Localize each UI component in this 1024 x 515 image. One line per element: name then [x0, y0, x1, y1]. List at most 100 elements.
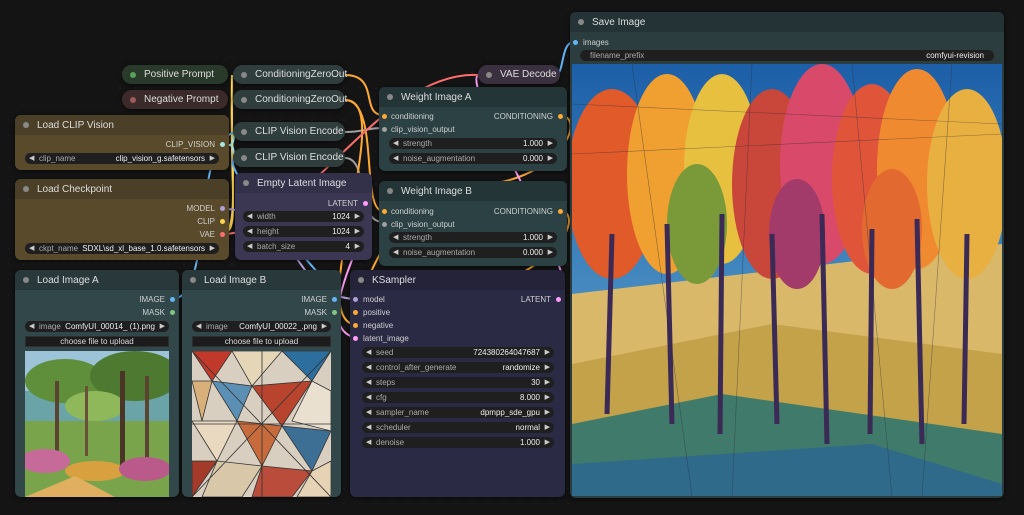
arrow-right-icon[interactable]: ▶: [545, 423, 550, 431]
arrow-left-icon[interactable]: ◀: [29, 244, 34, 252]
output-conditioning-socket[interactable]: [558, 209, 563, 214]
arrow-right-icon[interactable]: ▶: [545, 378, 550, 386]
arrow-right-icon[interactable]: ▶: [548, 139, 553, 147]
load-clip-vision-node[interactable]: Load CLIP Vision CLIP_VISION ◀ clip_name…: [15, 115, 229, 170]
output-mask-socket[interactable]: [170, 310, 175, 315]
input-negative-socket[interactable]: [353, 323, 358, 328]
input-latent-image-socket[interactable]: [353, 336, 358, 341]
collapse-dot-icon[interactable]: [241, 71, 247, 78]
weight-image-a-node[interactable]: Weight Image A conditioning clip_vision_…: [379, 87, 567, 171]
positive-prompt-node[interactable]: Positive Prompt: [122, 65, 228, 84]
arrow-right-icon[interactable]: ▶: [548, 154, 553, 162]
output-model-socket[interactable]: [220, 206, 225, 211]
arrow-right-icon[interactable]: ▶: [322, 322, 327, 330]
image-combo[interactable]: ◀ image ComfyUI_00014_ (1).png ▶: [25, 321, 169, 332]
arrow-left-icon[interactable]: ◀: [393, 248, 398, 256]
arrow-left-icon[interactable]: ◀: [393, 139, 398, 147]
collapse-dot-icon[interactable]: [130, 71, 136, 78]
arrow-left-icon[interactable]: ◀: [247, 242, 252, 250]
height-number[interactable]: ◀ height 1024 ▶: [243, 226, 364, 237]
arrow-left-icon[interactable]: ◀: [366, 363, 371, 371]
arrow-right-icon[interactable]: ▶: [545, 363, 550, 371]
arrow-right-icon[interactable]: ▶: [545, 438, 550, 446]
collapse-dot-icon[interactable]: [241, 154, 247, 161]
output-clip-socket[interactable]: [220, 219, 225, 224]
width-number[interactable]: ◀ width 1024 ▶: [243, 211, 364, 222]
input-clip-vision-output-socket[interactable]: [382, 222, 387, 227]
arrow-left-icon[interactable]: ◀: [366, 378, 371, 386]
arrow-left-icon[interactable]: ◀: [29, 154, 34, 162]
clip-vision-encode-node-2[interactable]: CLIP Vision Encode: [233, 148, 345, 167]
upload-button[interactable]: choose file to upload: [192, 336, 331, 347]
denoise-number[interactable]: ◀ denoise 1.000 ▶: [362, 437, 554, 448]
input-clip-vision-output-socket[interactable]: [382, 127, 387, 132]
collapse-dot-icon[interactable]: [23, 122, 29, 128]
collapse-dot-icon[interactable]: [486, 71, 492, 78]
input-images-socket[interactable]: [573, 40, 578, 45]
collapse-dot-icon[interactable]: [243, 180, 249, 186]
output-image-socket[interactable]: [332, 297, 337, 302]
arrow-left-icon[interactable]: ◀: [366, 408, 371, 416]
arrow-right-icon[interactable]: ▶: [548, 248, 553, 256]
batch-size-number[interactable]: ◀ batch_size 4 ▶: [243, 241, 364, 252]
arrow-left-icon[interactable]: ◀: [366, 348, 371, 356]
noise-augmentation-number[interactable]: ◀ noise_augmentation 0.000 ▶: [389, 153, 557, 164]
save-image-node[interactable]: Save Image images filename_prefix comfyu…: [570, 12, 1004, 498]
output-clip-vision-socket[interactable]: [220, 142, 225, 147]
arrow-right-icon[interactable]: ▶: [210, 244, 215, 252]
arrow-left-icon[interactable]: ◀: [393, 233, 398, 241]
collapse-dot-icon[interactable]: [241, 128, 247, 135]
load-image-a-node[interactable]: Load Image A IMAGE MASK ◀ image ComfyUI_…: [15, 270, 179, 497]
output-image-socket[interactable]: [170, 297, 175, 302]
clip-name-combo[interactable]: ◀ clip_name clip_vision_g.safetensors ▶: [25, 153, 219, 164]
noise-augmentation-number[interactable]: ◀ noise_augmentation 0.000 ▶: [389, 247, 557, 258]
seed-number[interactable]: ◀ seed 724380264047687 ▶: [362, 347, 554, 358]
output-conditioning-socket[interactable]: [558, 114, 563, 119]
image-combo[interactable]: ◀ image ComfyUI_00022_.png ▶: [192, 321, 331, 332]
collapse-dot-icon[interactable]: [23, 277, 29, 283]
load-checkpoint-node[interactable]: Load Checkpoint MODEL CLIP VAE ◀ ckpt_na…: [15, 179, 229, 260]
collapse-dot-icon[interactable]: [23, 186, 29, 192]
collapse-dot-icon[interactable]: [358, 277, 364, 283]
arrow-left-icon[interactable]: ◀: [393, 154, 398, 162]
output-vae-socket[interactable]: [220, 232, 225, 237]
arrow-left-icon[interactable]: ◀: [366, 423, 371, 431]
arrow-left-icon[interactable]: ◀: [366, 393, 371, 401]
strength-number[interactable]: ◀ strength 1.000 ▶: [389, 232, 557, 243]
arrow-right-icon[interactable]: ▶: [548, 233, 553, 241]
arrow-right-icon[interactable]: ▶: [545, 393, 550, 401]
upload-button[interactable]: choose file to upload: [25, 336, 169, 347]
ckpt-name-combo[interactable]: ◀ ckpt_name SDXL\sd_xl_base_1.0.safetens…: [25, 243, 219, 254]
arrow-right-icon[interactable]: ▶: [160, 322, 165, 330]
node-graph-canvas[interactable]: Positive Prompt Negative Prompt Conditio…: [0, 0, 1024, 515]
output-latent-socket[interactable]: [556, 297, 561, 302]
strength-number[interactable]: ◀ strength 1.000 ▶: [389, 138, 557, 149]
filename-prefix-text[interactable]: filename_prefix comfyui-revision: [580, 50, 994, 61]
sampler-name-combo[interactable]: ◀ sampler_name dpmpp_sde_gpu ▶: [362, 407, 554, 418]
ksampler-node[interactable]: KSampler model positive negative latent_…: [350, 270, 565, 497]
output-latent-socket[interactable]: [363, 201, 368, 206]
negative-prompt-node[interactable]: Negative Prompt: [122, 90, 228, 109]
empty-latent-image-node[interactable]: Empty Latent Image LATENT ◀ width 1024 ▶…: [235, 173, 372, 260]
load-image-b-node[interactable]: Load Image B IMAGE MASK ◀ image ComfyUI_…: [182, 270, 341, 497]
scheduler-combo[interactable]: ◀ scheduler normal ▶: [362, 422, 554, 433]
arrow-right-icon[interactable]: ▶: [210, 154, 215, 162]
output-mask-socket[interactable]: [332, 310, 337, 315]
arrow-right-icon[interactable]: ▶: [545, 408, 550, 416]
arrow-left-icon[interactable]: ◀: [196, 322, 201, 330]
clip-vision-encode-node-1[interactable]: CLIP Vision Encode: [233, 122, 345, 141]
arrow-left-icon[interactable]: ◀: [247, 212, 252, 220]
conditioning-zero-out-node-1[interactable]: ConditioningZeroOut: [233, 65, 347, 84]
cfg-number[interactable]: ◀ cfg 8.000 ▶: [362, 392, 554, 403]
input-positive-socket[interactable]: [353, 310, 358, 315]
control-after-generate-combo[interactable]: ◀ control_after_generate randomize ▶: [362, 362, 554, 373]
input-model-socket[interactable]: [353, 297, 358, 302]
collapse-dot-icon[interactable]: [387, 94, 393, 100]
collapse-dot-icon[interactable]: [387, 188, 393, 194]
collapse-dot-icon[interactable]: [578, 19, 584, 25]
arrow-right-icon[interactable]: ▶: [355, 242, 360, 250]
arrow-right-icon[interactable]: ▶: [355, 212, 360, 220]
conditioning-zero-out-node-2[interactable]: ConditioningZeroOut: [233, 90, 347, 109]
vae-decode-node[interactable]: VAE Decode: [478, 65, 560, 84]
collapse-dot-icon[interactable]: [190, 277, 196, 283]
